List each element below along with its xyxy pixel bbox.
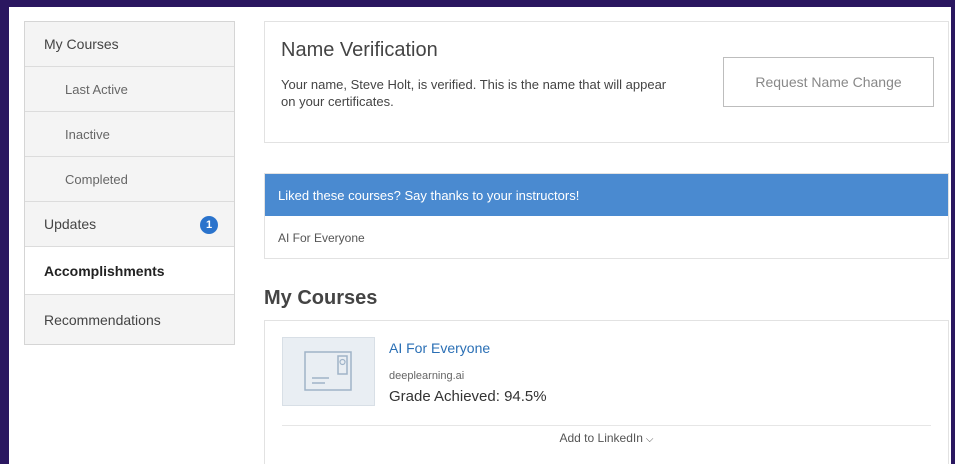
page-frame: My Courses Last Active Inactive Complete… (9, 7, 951, 464)
sidebar-item-accomplishments[interactable]: Accomplishments (25, 247, 234, 295)
sidebar-item-label: Accomplishments (44, 262, 165, 279)
thank-course-item[interactable]: AI For Everyone (265, 216, 948, 258)
request-name-change-button[interactable]: Request Name Change (723, 57, 934, 107)
course-name-link[interactable]: AI For Everyone (389, 340, 490, 356)
sidebar-item-label: Recommendations (44, 311, 161, 328)
divider (282, 425, 931, 426)
course-grade: Grade Achieved: 94.5% (389, 388, 547, 405)
sidebar-item-inactive[interactable]: Inactive (25, 112, 234, 157)
sidebar-item-updates[interactable]: Updates 1 (25, 202, 234, 247)
add-to-linkedin-label: Add to LinkedIn (559, 431, 643, 445)
sidebar-item-last-active[interactable]: Last Active (25, 67, 234, 112)
sidebar-item-label: My Courses (44, 36, 119, 52)
sidebar-item-label: Completed (65, 171, 128, 187)
name-verification-card: Name Verification Your name, Steve Holt,… (264, 21, 949, 143)
name-verification-title: Name Verification (281, 39, 438, 61)
course-org: deeplearning.ai (389, 370, 465, 382)
thank-instructors-header: Liked these courses? Say thanks to your … (265, 174, 948, 216)
updates-count-badge: 1 (200, 216, 218, 234)
my-courses-title: My Courses (264, 287, 378, 309)
sidebar-item-my-courses[interactable]: My Courses (25, 22, 234, 67)
sidebar: My Courses Last Active Inactive Complete… (24, 21, 235, 345)
sidebar-item-recommendations[interactable]: Recommendations (25, 295, 234, 344)
thank-instructors-card: Liked these courses? Say thanks to your … (264, 173, 949, 259)
course-card: AI For Everyone deeplearning.ai Grade Ac… (264, 320, 949, 464)
sidebar-item-label: Updates (44, 216, 97, 232)
sidebar-item-label: Inactive (65, 126, 110, 142)
sidebar-item-completed[interactable]: Completed (25, 157, 234, 202)
add-to-linkedin-button[interactable]: Add to LinkedIn ⌵ (265, 431, 948, 445)
certificate-icon (282, 337, 375, 406)
chevron-down-icon: ⌵ (645, 434, 654, 445)
sidebar-item-label: Last Active (65, 81, 128, 97)
name-verification-text: Your name, Steve Holt, is verified. This… (281, 77, 667, 109)
